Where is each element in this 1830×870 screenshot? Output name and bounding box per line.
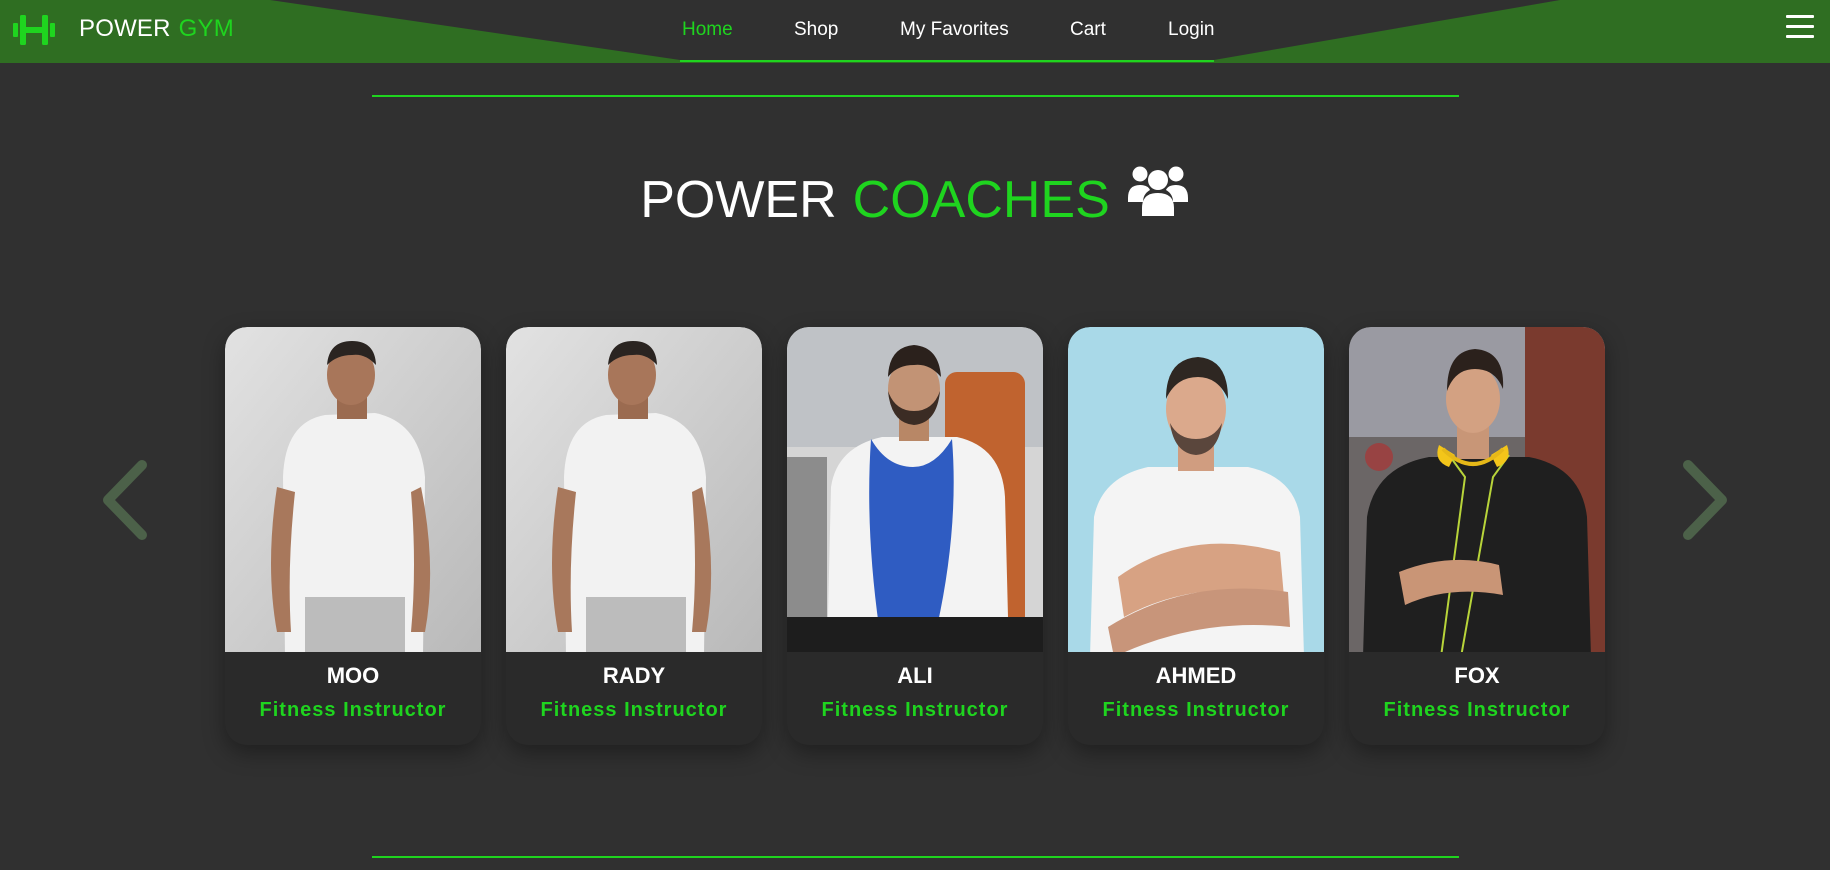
title-word-coaches: COACHES [852,171,1110,229]
coach-role: Fitness Instructor [1102,699,1290,721]
section-title: POWER COACHES [0,166,1830,237]
chevron-right-icon[interactable] [1676,455,1732,545]
nav-my-favorites[interactable]: My Favorites [900,19,1009,41]
coach-card[interactable]: FOX Fitness Instructor [1349,327,1605,745]
coach-name: MOO [326,663,380,688]
users-group-icon [1126,164,1190,231]
coach-photo [506,327,762,652]
coach-role: Fitness Instructor [540,699,728,721]
coach-photo [1068,327,1324,652]
coach-card[interactable]: AHMED Fitness Instructor [1068,327,1324,745]
coach-role: Fitness Instructor [1383,699,1571,721]
nav-shop[interactable]: Shop [794,19,838,41]
main-nav: Home Shop My Favorites Cart Login [0,0,1830,63]
coach-photo [225,327,481,652]
nav-login[interactable]: Login [1168,19,1215,41]
chevron-left-icon[interactable] [98,455,154,545]
site-header: POWER GYM Home Shop My Favorites Cart Log… [0,0,1830,63]
nav-home[interactable]: Home [682,19,733,41]
coach-name: AHMED [1155,663,1237,688]
coach-card[interactable]: MOO Fitness Instructor [225,327,481,745]
coach-card[interactable]: RADY Fitness Instructor [506,327,762,745]
coach-name: FOX [1454,663,1500,688]
hamburger-menu-icon[interactable] [1786,15,1814,41]
nav-underline [680,60,1214,62]
coach-photo [1349,327,1605,652]
coach-role: Fitness Instructor [259,699,447,721]
coach-card[interactable]: ALI Fitness Instructor [787,327,1043,745]
coach-name: RADY [602,663,666,688]
nav-cart[interactable]: Cart [1070,19,1106,41]
coach-photo [787,327,1043,652]
coach-role: Fitness Instructor [821,699,1009,721]
bottom-divider [372,856,1459,858]
top-divider [372,95,1459,97]
coach-name: ALI [897,663,933,688]
title-word-power: POWER [640,171,837,229]
